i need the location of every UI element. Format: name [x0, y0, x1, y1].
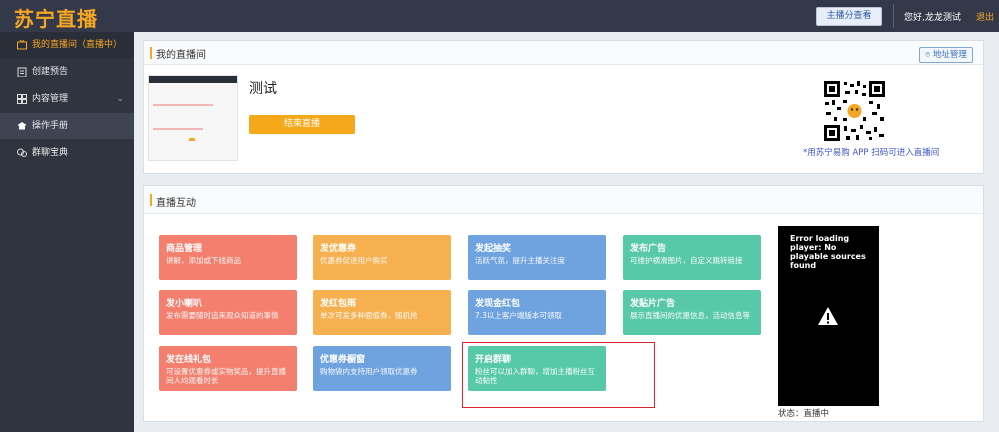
tile-title: 发小喇叭 — [166, 299, 203, 309]
logo: 苏宁直播 — [14, 7, 98, 31]
thumb-line — [153, 128, 203, 130]
player-error-message: Error loading player: No playable source… — [790, 234, 866, 270]
tile-cash-red-packet[interactable]: 发现金红包 7.3以上客户端版本可领取 — [468, 290, 606, 335]
live-tv-icon — [17, 40, 27, 50]
panel-title: 直播互动 — [156, 198, 196, 209]
tile-product-management[interactable]: 商品管理 讲解，添加或下线商品 — [159, 235, 297, 280]
thumb-bar — [149, 76, 237, 83]
qr-code-icon — [822, 79, 887, 143]
panel-header: 我的直播间 — [144, 41, 983, 65]
tile-title: 发红包雨 — [320, 299, 357, 309]
sidebar-item-my-live-room[interactable]: 我的直播间（直播中） — [0, 32, 134, 58]
stream-title: 测试 — [249, 81, 277, 97]
header-accent — [150, 194, 152, 206]
tile-desc: 讲解，添加或下线商品 — [166, 256, 241, 265]
tile-title: 优惠券橱窗 — [320, 355, 366, 365]
thumb-line — [153, 104, 213, 106]
live-status: 状态：直播中 — [778, 409, 830, 419]
thumb-mark — [189, 138, 195, 141]
header-accent — [150, 47, 152, 59]
panel-title: 我的直播间 — [156, 50, 206, 61]
sidebar-item-content-management[interactable]: 内容管理 ⌄ — [0, 86, 134, 112]
qr-caption: *用苏宁易购 APP 扫码可进入直播间 — [803, 148, 940, 158]
panel-header: 直播互动 — [144, 186, 983, 214]
tile-desc: 活跃气氛，提升主播关注度 — [475, 256, 565, 265]
tile-title: 发起抽奖 — [475, 244, 512, 254]
clipboard-icon — [17, 67, 27, 77]
divider — [893, 4, 894, 28]
sidebar-item-create-preview[interactable]: 创建预告 — [0, 59, 134, 85]
tile-title: 发布广告 — [630, 244, 667, 254]
tile-desc: 发布需要随时追来观众知道的事情 — [166, 311, 279, 320]
sidebar-item-group-chat[interactable]: 群聊宝典 — [0, 140, 134, 166]
tile-title: 发优惠券 — [320, 244, 357, 254]
logout-link[interactable]: 退出 — [976, 10, 994, 23]
tile-lottery[interactable]: 发起抽奖 活跃气氛，提升主播关注度 — [468, 235, 606, 280]
warning-icon — [818, 307, 838, 325]
location-icon: ⌾ — [925, 50, 931, 60]
tile-title: 发在线礼包 — [166, 355, 212, 365]
tile-send-coupon[interactable]: 发优惠券 优惠券促进用户购买 — [313, 235, 451, 280]
stream-thumbnail[interactable] — [148, 75, 238, 161]
tile-coupon-window[interactable]: 优惠券橱窗 购物袋内支持用户领取优惠券 — [313, 346, 451, 391]
sidebar-item-label: 创建预告 — [32, 67, 69, 77]
tile-title: 商品管理 — [166, 244, 203, 254]
sidebar: 我的直播间（直播中） 创建预告 内容管理 ⌄ 操作手册 群聊宝典 — [0, 32, 134, 432]
sidebar-item-manual[interactable]: 操作手册 — [0, 113, 134, 139]
address-button-label: 地址管理 — [932, 50, 967, 60]
chevron-down-icon: ⌄ — [116, 94, 124, 104]
tile-desc: 优惠券促进用户购买 — [320, 256, 388, 265]
top-bar: 苏宁直播 主播分查看 您好,龙龙测试 退出 — [0, 0, 999, 32]
tile-publish-ad[interactable]: 发布广告 可维护横滑图片，自定义跳转链接 — [623, 235, 761, 280]
tile-sticker-ad[interactable]: 发贴片广告 展示直播间的优惠信息，活动信息等 — [623, 290, 761, 335]
sidebar-item-label: 群聊宝典 — [32, 148, 69, 158]
tile-title: 发贴片广告 — [630, 299, 676, 309]
end-live-button[interactable]: 结束直播 — [249, 115, 355, 134]
sidebar-item-label: 我的直播间（直播中） — [32, 40, 123, 50]
address-management-button[interactable]: ⌾ 地址管理 — [919, 47, 973, 63]
host-view-button[interactable]: 主播分查看 — [816, 7, 882, 26]
grid-icon — [17, 94, 27, 104]
chat-icon — [17, 148, 27, 157]
sidebar-item-label: 操作手册 — [32, 121, 69, 131]
sidebar-item-label: 内容管理 — [32, 94, 69, 104]
tile-desc: 7.3以上客户端版本可领取 — [475, 311, 562, 320]
video-player[interactable]: Error loading player: No playable source… — [778, 226, 879, 406]
tile-title: 发现金红包 — [475, 299, 521, 309]
tile-desc: 展示直播间的优惠信息，活动信息等 — [630, 311, 750, 320]
tile-online-gift[interactable]: 发在线礼包 可设置优惠券或实物奖品，提升直播间人均观看时长 — [159, 346, 297, 391]
user-greeting: 您好,龙龙测试 — [904, 13, 961, 23]
highlight-annotation — [462, 342, 655, 408]
tile-desc: 可设置优惠券或实物奖品，提升直播间人均观看时长 — [166, 367, 286, 385]
tile-announcement[interactable]: 发小喇叭 发布需要随时追来观众知道的事情 — [159, 290, 297, 335]
tile-desc: 单次可发多种面值券，随机抢 — [320, 311, 418, 320]
tile-red-packet-rain[interactable]: 发红包雨 单次可发多种面值券，随机抢 — [313, 290, 451, 335]
book-icon — [17, 122, 27, 130]
tile-desc: 购物袋内支持用户领取优惠券 — [320, 367, 418, 376]
tile-desc: 可维护横滑图片，自定义跳转链接 — [630, 256, 743, 265]
